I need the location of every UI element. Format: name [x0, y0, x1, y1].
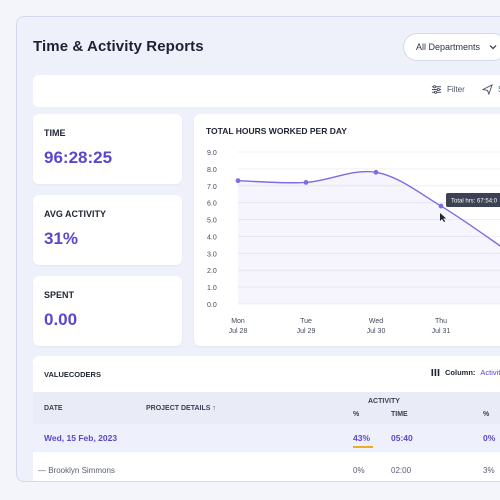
reports-panel: Time & Activity Reports All Departments …	[16, 16, 500, 482]
stat-card-spent: SPENT 0.00	[33, 276, 182, 346]
chevron-down-icon	[489, 45, 497, 50]
header-date[interactable]: DATE	[44, 405, 63, 412]
row-percent: 0%	[483, 433, 496, 443]
stat-card-activity: AVG ACTIVITY 31%	[33, 195, 182, 265]
y-tick-label: 7.0	[207, 184, 217, 191]
table-row[interactable]: Wed, 15 Feb, 2023 43% 05:40 0%	[33, 424, 500, 452]
tooltip-text: Total hrs: 67:54:0	[451, 199, 498, 205]
y-tick-label: 2.0	[207, 268, 217, 275]
column-selector[interactable]: Column: Activity,Idl	[431, 368, 500, 377]
y-tick-label: 0.0	[207, 302, 217, 309]
stat-label: SPENT	[44, 290, 75, 300]
row-user: — Brooklyn Simmons	[38, 466, 115, 475]
header-percent[interactable]: %	[483, 411, 489, 418]
table-header: DATE PROJECT DETAILS ↑ ACTIVITY % TIME %	[33, 392, 500, 424]
report-table: VALUECODERS Column: Activity,Idl DATE PR…	[33, 356, 500, 481]
y-tick-label: 6.0	[207, 201, 217, 208]
hours-chart-card: TOTAL HOURS WORKED PER DAY 9.0 8.0 7.0 6.0 5…	[194, 114, 500, 346]
y-tick-label: 3.0	[207, 251, 217, 258]
row-activity-percent: 0%	[353, 466, 365, 475]
column-value: Activity,Idl	[480, 368, 500, 377]
header-time[interactable]: TIME	[391, 411, 408, 418]
stat-value: 31%	[44, 229, 79, 248]
column-label: Column:	[445, 368, 476, 377]
department-select-value: All Departments	[416, 42, 481, 52]
x-tick-date: Jul 31	[432, 328, 451, 335]
y-tick-label: 9.0	[207, 150, 217, 157]
table-title: VALUECODERS	[44, 370, 101, 379]
y-tick-label: 5.0	[207, 218, 217, 225]
columns-icon	[431, 369, 440, 376]
x-tick-date: Jul 28	[229, 328, 248, 335]
data-point	[303, 180, 309, 185]
data-point	[373, 169, 379, 175]
x-tick-date: Jul 30	[367, 328, 386, 335]
y-tick-label: 8.0	[207, 167, 217, 174]
filter-label: Filter	[447, 85, 465, 94]
x-tick-day: Mon	[231, 318, 245, 325]
y-tick-label: 1.0	[207, 285, 217, 292]
filter-button[interactable]: Filter	[431, 84, 465, 95]
x-tick-day: Thu	[435, 318, 447, 325]
send-button[interactable]: S	[482, 84, 500, 95]
header-activity-percent[interactable]: %	[353, 411, 359, 418]
stat-card-time: TIME 96:28:25	[33, 114, 182, 184]
stat-label: TIME	[44, 128, 66, 138]
line-area	[238, 171, 500, 304]
data-point	[235, 178, 241, 184]
row-time: 02:00	[391, 466, 412, 475]
page-title: Time & Activity Reports	[33, 38, 204, 55]
row-date: Wed, 15 Feb, 2023	[44, 433, 118, 443]
row-activity-percent: 43%	[353, 433, 371, 443]
stat-label: AVG ACTIVITY	[44, 209, 107, 219]
hours-line-chart: 9.0 8.0 7.0 6.0 5.0 4.0 3.0 2.0 1.0 0.0 Mon Jul 28 T…	[207, 150, 500, 335]
header-project-details[interactable]: PROJECT DETAILS ↑	[146, 405, 216, 412]
row-time: 05:40	[391, 433, 413, 443]
send-icon	[482, 84, 493, 95]
stat-value: 96:28:25	[44, 148, 113, 167]
y-tick-label: 4.0	[207, 234, 217, 241]
data-point	[438, 203, 444, 209]
x-tick-date: Jul 29	[297, 328, 316, 335]
table-row[interactable]: — Brooklyn Simmons 0% 02:00 3%	[33, 456, 500, 481]
stat-value: 0.00	[44, 310, 78, 329]
row-percent: 3%	[483, 466, 495, 475]
department-select[interactable]: All Departments	[403, 33, 500, 61]
x-tick-day: Tue	[300, 318, 312, 325]
header-activity: ACTIVITY	[368, 398, 400, 405]
toolbar: Filter S	[33, 75, 500, 107]
activity-underline	[353, 446, 373, 448]
filter-icon	[431, 85, 442, 94]
x-tick-day: Wed	[369, 318, 383, 325]
